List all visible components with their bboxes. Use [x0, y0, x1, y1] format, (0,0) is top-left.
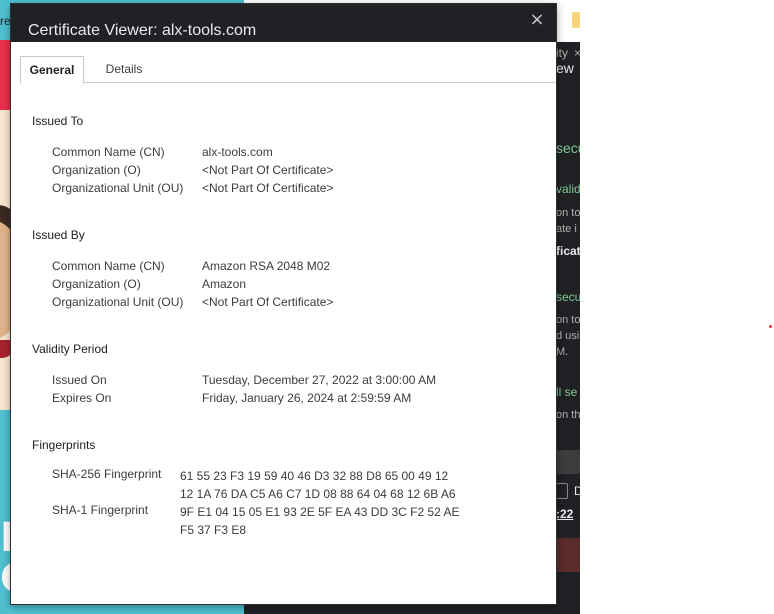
dialog-titlebar: Certificate Viewer: alx-tools.com ×	[11, 4, 556, 42]
close-icon[interactable]: ×	[526, 9, 548, 31]
devtools-text: on to	[556, 207, 580, 219]
devtools-text: M.	[556, 346, 569, 358]
devtools-heading: ew	[556, 60, 574, 76]
section-title-issued-by: Issued By	[32, 228, 85, 242]
devtools-text: ll se	[556, 385, 578, 399]
devtools-text: secu	[556, 290, 580, 304]
field-label: Issued On	[52, 373, 107, 387]
section-title-issued-to: Issued To	[32, 114, 84, 128]
field-value: Amazon	[202, 277, 247, 291]
devtools-source-link[interactable]: :22	[556, 507, 573, 521]
fingerprint-line: F5 37 F3 E8	[180, 523, 247, 537]
devtools-checkbox[interactable]	[556, 483, 568, 499]
tab-general[interactable]: General	[20, 56, 84, 84]
field-label: Expires On	[52, 391, 112, 405]
devtools-text: on th	[556, 409, 580, 421]
devtools-text: d usi	[556, 330, 580, 342]
field-label: Common Name (CN)	[52, 259, 165, 273]
devtools-tab-label[interactable]: ity	[556, 46, 568, 60]
field-value: <Not Part Of Certificate>	[202, 295, 334, 309]
issued-to-ou-row: Organizational Unit (OU) <Not Part Of Cer…	[52, 181, 333, 195]
devtools-text: valid	[556, 182, 580, 196]
field-value: <Not Part Of Certificate>	[202, 163, 334, 177]
field-label: SHA-1 Fingerprint	[52, 503, 149, 517]
fingerprint-line: 9F E1 04 15 05 E1 93 2E 5F EA 43 DD 3C F…	[180, 505, 460, 519]
field-value: Amazon RSA 2048 M02	[202, 259, 331, 273]
field-value: Tuesday, December 27, 2022 at 3:00:00 AM	[202, 373, 437, 387]
field-value: Friday, January 26, 2024 at 2:59:59 AM	[202, 391, 412, 405]
issued-on-row: Issued On Tuesday, December 27, 2022 at 3…	[52, 373, 436, 387]
field-value: alx-tools.com	[202, 145, 273, 159]
issued-to-cn-row: Common Name (CN) alx-tools.com	[52, 145, 273, 159]
devtools-text: ficat	[556, 244, 580, 258]
issued-by-cn-row: Common Name (CN) Amazon RSA 2048 M02	[52, 259, 330, 273]
field-value: <Not Part Of Certificate>	[202, 181, 334, 195]
devtools-text: D	[574, 484, 580, 498]
tab-details[interactable]: Details	[96, 56, 152, 82]
fingerprint-line: 61 55 23 F3 19 59 40 46 D3 32 88 D8 65 0…	[180, 469, 449, 483]
field-label: Common Name (CN)	[52, 145, 165, 159]
dialog-title: Certificate Viewer: alx-tools.com	[28, 22, 257, 39]
partial-page-text: re	[0, 14, 11, 28]
cursor-dot	[769, 325, 772, 328]
issued-to-o-row: Organization (O) <Not Part Of Certificate…	[52, 163, 333, 177]
devtools-tab-close-icon[interactable]: ×	[574, 46, 580, 60]
certificate-viewer-dialog: Certificate Viewer: alx-tools.com × Gene…	[11, 4, 556, 604]
issued-by-o-row: Organization (O) Amazon	[52, 277, 246, 291]
field-label: SHA-256 Fingerprint	[52, 467, 162, 481]
field-label: Organization (O)	[52, 277, 141, 291]
field-value: 9F E1 04 15 05 E1 93 2E 5F EA 43 DD 3C F…	[180, 503, 460, 539]
field-value: 61 55 23 F3 19 59 40 46 D3 32 88 D8 65 0…	[180, 467, 456, 503]
section-title-fingerprints: Fingerprints	[32, 438, 96, 452]
field-label: Organizational Unit (OU)	[52, 181, 184, 195]
fingerprint-line: 12 1A 76 DA C5 A6 C7 1D 08 88 64 04 68 1…	[180, 487, 456, 501]
devtools-text: ate i	[556, 223, 577, 235]
devtools-security-pane	[554, 42, 580, 614]
expires-on-row: Expires On Friday, January 26, 2024 at 2:…	[52, 391, 411, 405]
folder-icon	[572, 12, 580, 28]
field-label: Organizational Unit (OU)	[52, 295, 184, 309]
devtools-text: on to	[556, 314, 580, 326]
issued-by-ou-row: Organizational Unit (OU) <Not Part Of Cer…	[52, 295, 333, 309]
sha256-fingerprint-row: SHA-256 Fingerprint 61 55 23 F3 19 59 40 …	[52, 467, 456, 503]
tab-bar: General Details	[20, 56, 555, 84]
devtools-text: secu	[556, 140, 580, 156]
section-title-validity: Validity Period	[32, 342, 108, 356]
field-label: Organization (O)	[52, 163, 141, 177]
sha1-fingerprint-row: SHA-1 Fingerprint 9F E1 04 15 05 E1 93 2E…	[52, 503, 460, 539]
